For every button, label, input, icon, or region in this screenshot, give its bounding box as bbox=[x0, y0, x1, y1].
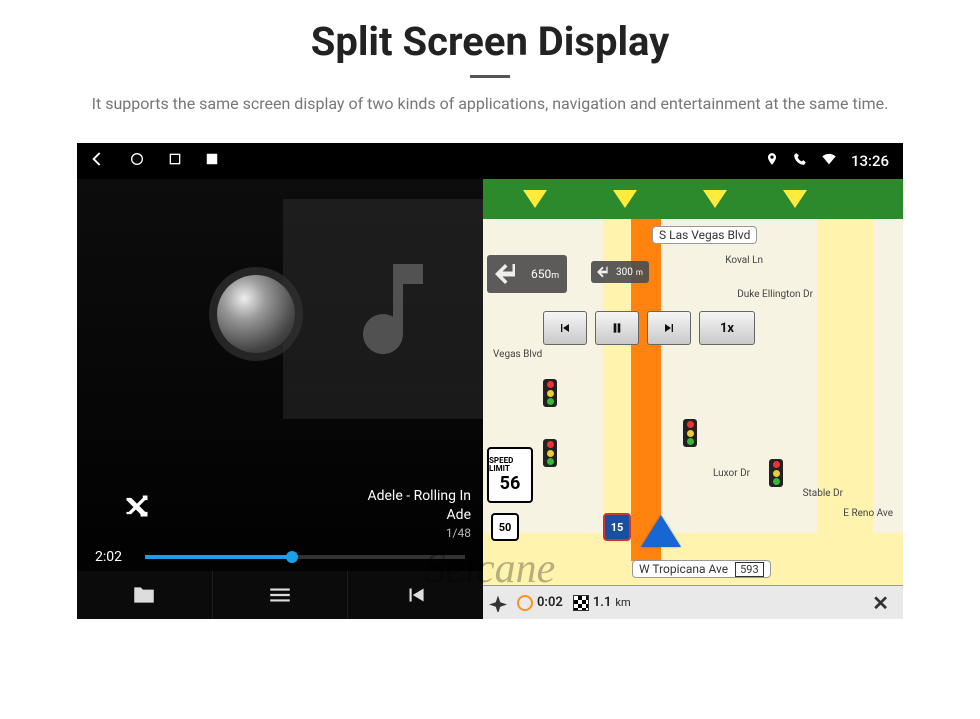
map-canvas[interactable]: S Las Vegas Blvd W Tropicana Ave 593 Duk… bbox=[483, 219, 903, 619]
folder-button[interactable] bbox=[77, 571, 213, 619]
checkered-flag-icon bbox=[573, 595, 589, 611]
map-poi-label: Koval Ln bbox=[725, 255, 763, 266]
music-note-icon bbox=[283, 199, 503, 419]
lane-arrow-icon bbox=[613, 190, 637, 208]
lane-guidance-bar bbox=[483, 179, 903, 219]
eta-readout: 0:02 bbox=[517, 595, 563, 611]
previous-button[interactable] bbox=[348, 571, 483, 619]
wifi-icon bbox=[821, 151, 837, 171]
picture-icon[interactable] bbox=[205, 152, 219, 170]
close-nav-button[interactable]: ✕ bbox=[864, 591, 897, 615]
music-pane: Adele - Rolling In Ade 1/48 2:02 bbox=[77, 179, 483, 619]
split-container: Adele - Rolling In Ade 1/48 2:02 bbox=[77, 179, 903, 619]
sim-speed-button[interactable]: 1x bbox=[699, 311, 755, 345]
device-screen: 13:26 Adele - Rolling In Ade 1/48 bbox=[77, 143, 903, 619]
turn-instruction-panel: 650m bbox=[487, 255, 567, 293]
map-poi-label: Duke Ellington Dr bbox=[737, 289, 813, 300]
location-icon bbox=[765, 152, 779, 170]
track-title: Adele - Rolling In bbox=[367, 487, 471, 506]
traffic-light-icon bbox=[543, 439, 557, 467]
page-title: Split Screen Display bbox=[311, 18, 670, 65]
track-artist: Ade bbox=[367, 506, 471, 525]
traffic-light-icon bbox=[769, 459, 783, 487]
lane-arrow-icon bbox=[523, 190, 547, 208]
track-index: 1/48 bbox=[367, 525, 471, 541]
track-meta: Adele - Rolling In Ade 1/48 bbox=[367, 487, 471, 541]
status-bar: 13:26 bbox=[77, 143, 903, 179]
next-turn-panel: 300m bbox=[591, 261, 649, 283]
sim-pause-button[interactable] bbox=[595, 311, 639, 345]
page-subtitle: It supports the same screen display of t… bbox=[92, 92, 889, 115]
distance-readout: 1.1km bbox=[573, 595, 631, 611]
traffic-light-icon bbox=[543, 379, 557, 407]
interstate-shield: 15 bbox=[603, 513, 631, 541]
shuffle-icon[interactable] bbox=[123, 492, 151, 527]
sim-prev-button[interactable] bbox=[543, 311, 587, 345]
clock-text: 13:26 bbox=[851, 152, 889, 170]
rotary-knob[interactable] bbox=[217, 275, 295, 353]
navigation-pane: S Las Vegas Blvd W Tropicana Ave 593 Duk… bbox=[483, 179, 903, 619]
nav-bottom-bar: 0:02 1.1km ✕ bbox=[483, 585, 903, 619]
map-poi-label: Vegas Blvd bbox=[493, 349, 542, 360]
lane-arrow-icon bbox=[783, 190, 807, 208]
map-poi-label: E Reno Ave bbox=[843, 508, 893, 519]
lane-arrow-icon bbox=[703, 190, 727, 208]
compass-button[interactable] bbox=[489, 594, 507, 612]
us-route-shield: 50 bbox=[491, 513, 519, 541]
title-divider bbox=[470, 75, 510, 78]
home-icon[interactable] bbox=[129, 151, 145, 171]
recent-apps-icon[interactable] bbox=[167, 151, 183, 171]
player-toolbar bbox=[77, 571, 483, 619]
speed-limit-sign: SPEED LIMIT 56 bbox=[487, 447, 533, 503]
elapsed-time: 2:02 bbox=[95, 549, 135, 565]
gauge-icon bbox=[517, 595, 533, 611]
street-label-top: S Las Vegas Blvd bbox=[653, 227, 756, 243]
vehicle-cursor-icon bbox=[641, 515, 681, 547]
progress-row: 2:02 bbox=[77, 549, 483, 565]
progress-slider[interactable] bbox=[145, 555, 465, 559]
playlist-button[interactable] bbox=[213, 571, 349, 619]
map-poi-label: Luxor Dr bbox=[713, 468, 750, 479]
street-label-bottom: W Tropicana Ave 593 bbox=[633, 561, 770, 577]
phone-icon bbox=[793, 152, 807, 170]
sim-control-row: 1x bbox=[543, 311, 755, 345]
sim-next-button[interactable] bbox=[647, 311, 691, 345]
album-area: Adele - Rolling In Ade 1/48 2:02 bbox=[77, 179, 483, 619]
map-poi-label: Stable Dr bbox=[803, 488, 843, 499]
back-icon[interactable] bbox=[91, 151, 107, 171]
traffic-light-icon bbox=[683, 419, 697, 447]
